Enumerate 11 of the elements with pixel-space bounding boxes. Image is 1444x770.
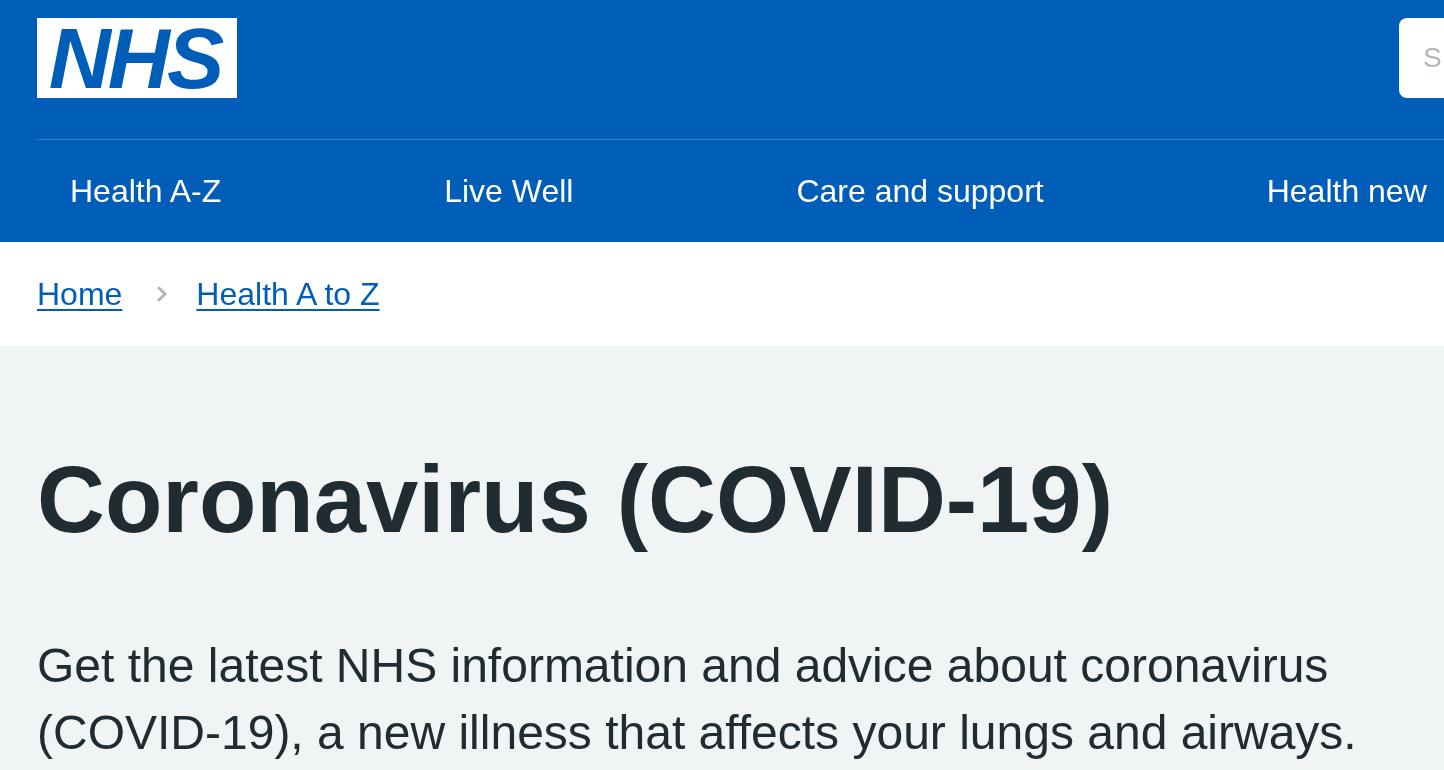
page-title: Coronavirus (COVID-19) [37,446,1114,554]
nav-link[interactable]: Live Well [444,171,574,211]
chevron-right-icon [157,286,168,302]
breadcrumb-link[interactable]: Health A to Z [196,274,380,314]
intro-text: Get the latest NHS information and advice about coronavirus (COVID-19), a new illness that affects your lungs and airways. [37,638,1358,761]
nav-link[interactable]: Health A-Z [70,171,222,211]
nav-link[interactable]: Health new [1266,171,1427,211]
nav-link[interactable]: Care and support [796,171,1044,211]
breadcrumb-link[interactable]: Home [37,274,123,314]
search-field[interactable]: S [1399,18,1444,98]
site-logo[interactable]: NHS [37,18,237,98]
